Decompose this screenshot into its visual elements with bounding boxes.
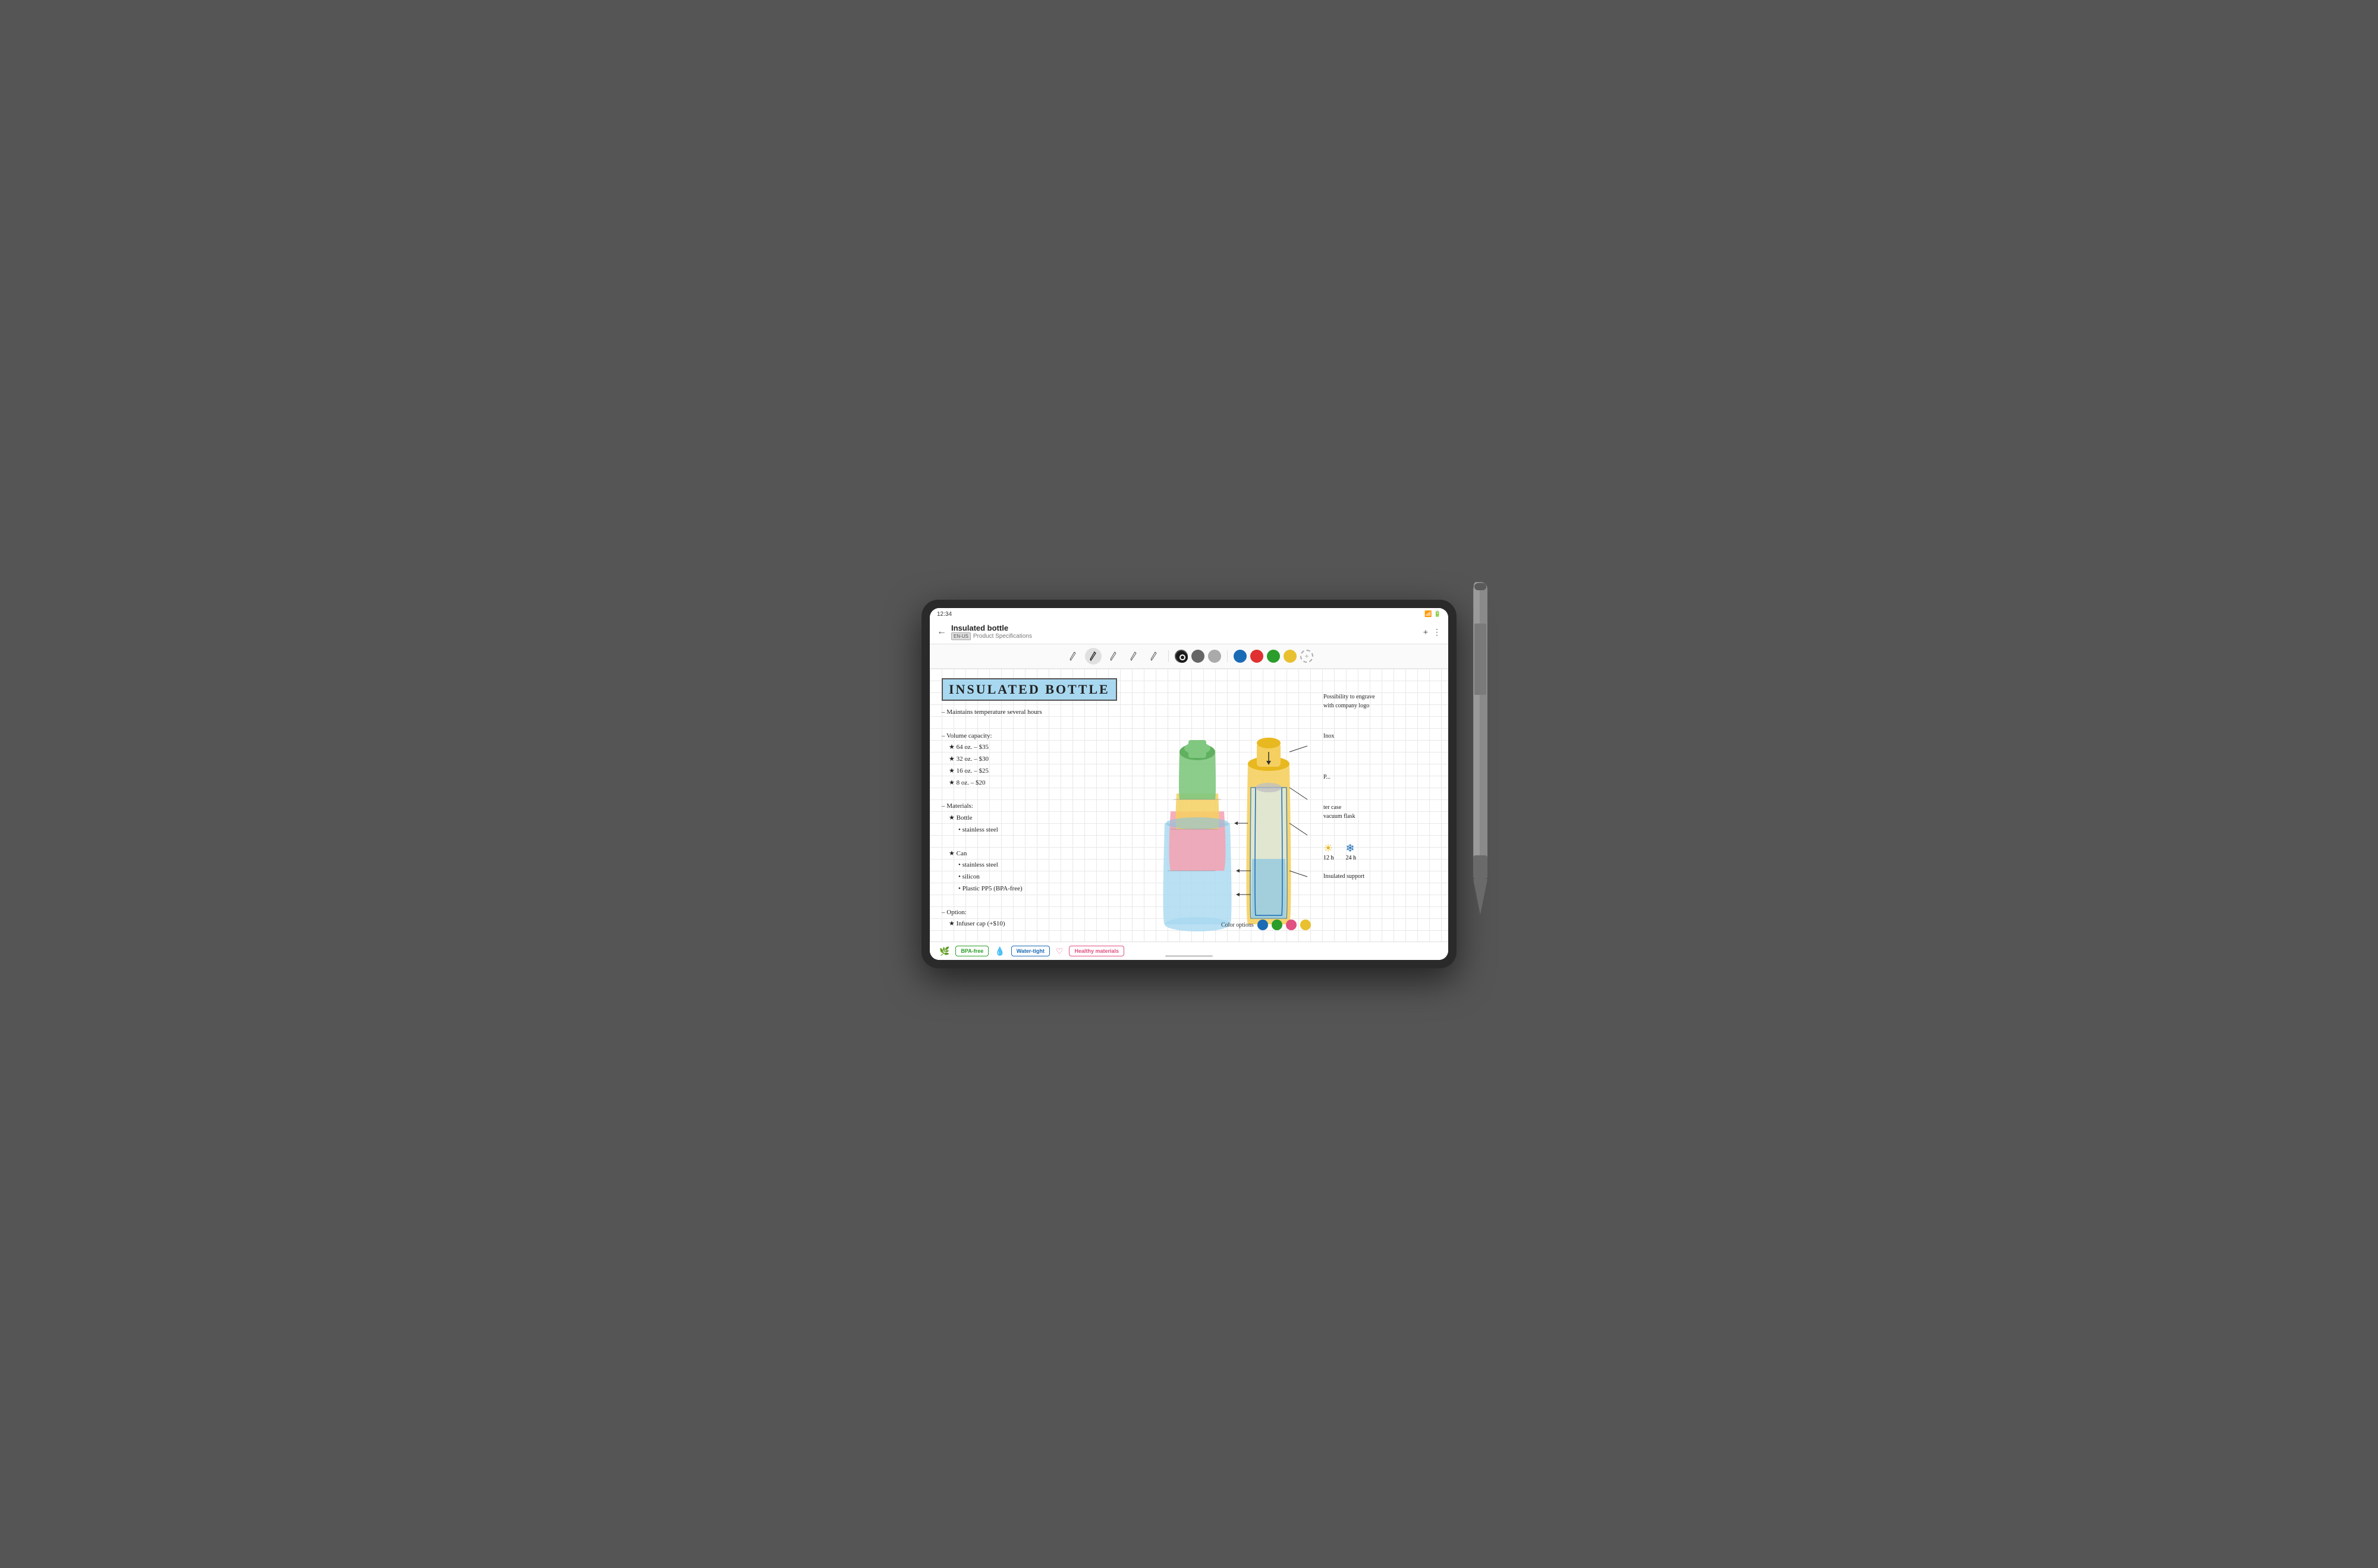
- system-icons: 📶 🔋: [1424, 611, 1441, 618]
- color-red[interactable]: [1250, 650, 1263, 663]
- note-title: Insulated bottle: [951, 624, 1008, 632]
- header-left: ← Insulated bottle EN-US Product Specifi…: [937, 624, 1032, 640]
- color-options-row: Color options: [1221, 920, 1311, 930]
- warm-hours: 12 h: [1323, 855, 1334, 861]
- time-display: 12:34: [937, 611, 952, 618]
- color-yellow[interactable]: [1284, 650, 1297, 663]
- header-right: + ⋮: [1423, 627, 1441, 637]
- color-light-gray[interactable]: [1208, 650, 1221, 663]
- pen-tool-1[interactable]: [1065, 648, 1081, 665]
- healthy-icon: ♡: [1056, 946, 1064, 956]
- color-opt-green[interactable]: [1272, 920, 1282, 930]
- note-content-area: INSULATED BOTTLE – Maintains temperature…: [930, 669, 1448, 960]
- language-badge: EN-US: [951, 632, 971, 640]
- watertight-icon: 💧: [995, 946, 1005, 956]
- scroll-indicator: [1165, 955, 1213, 957]
- right-annotations: Possibility to engravewith company logo …: [1323, 692, 1442, 881]
- color-blue[interactable]: [1234, 650, 1247, 663]
- toolbar-sep-1: [1168, 650, 1169, 662]
- color-opt-blue[interactable]: [1257, 920, 1268, 930]
- note-main-title: INSULATED BOTTLE: [942, 678, 1117, 701]
- tablet-device: 12:34 📶 🔋 ← Insulated bottle EN-US Produ…: [921, 600, 1457, 968]
- app-header: ← Insulated bottle EN-US Product Specifi…: [930, 620, 1448, 644]
- bottle-sketch-area: [1132, 704, 1310, 954]
- stylus-pen: [1457, 576, 1504, 921]
- healthy-materials-badge: Healthy materials: [1069, 946, 1124, 956]
- temp-duration-row: ☀ 12 h ❄ 24 h: [1323, 842, 1442, 861]
- cold-duration: ❄ 24 h: [1346, 842, 1357, 861]
- pen-tool-2[interactable]: [1085, 648, 1102, 665]
- more-button[interactable]: ⋮: [1433, 627, 1441, 637]
- pen-svg: [1457, 576, 1504, 921]
- status-bar: 12:34 📶 🔋: [930, 608, 1448, 620]
- warm-duration: ☀ 12 h: [1323, 842, 1334, 861]
- color-green[interactable]: [1267, 650, 1280, 663]
- note-subtitle: Product Specifications: [973, 633, 1032, 640]
- annotation-p: P...: [1323, 773, 1442, 782]
- watertight-badge: Water-tight: [1011, 946, 1050, 956]
- note-info: Insulated bottle EN-US Product Specifica…: [951, 624, 1032, 640]
- color-dark-gray[interactable]: [1191, 650, 1204, 663]
- annotation-insulated: Insulated support: [1323, 872, 1442, 881]
- cold-hours: 24 h: [1346, 855, 1357, 861]
- pen-tool-4[interactable]: [1125, 648, 1142, 665]
- annotation-inox: Inox: [1323, 732, 1442, 741]
- color-black[interactable]: [1175, 650, 1188, 663]
- add-button[interactable]: +: [1423, 627, 1428, 637]
- annotation-engrave: Possibility to engravewith company logo: [1323, 692, 1442, 710]
- tablet-screen: 12:34 📶 🔋 ← Insulated bottle EN-US Produ…: [930, 608, 1448, 960]
- drawing-toolbar: +: [930, 644, 1448, 669]
- color-options-label: Color options: [1221, 922, 1254, 928]
- color-opt-pink[interactable]: [1286, 920, 1297, 930]
- color-opt-yellow[interactable]: [1300, 920, 1311, 930]
- toolbar-sep-2: [1227, 650, 1228, 662]
- bpa-badge: BPA-free: [955, 946, 989, 956]
- pen-tool-3[interactable]: [1105, 648, 1122, 665]
- bottle-illustration: [1132, 704, 1310, 954]
- pen-tool-5[interactable]: [1146, 648, 1162, 665]
- bpa-icon: 🌿: [939, 946, 949, 956]
- add-color-button[interactable]: +: [1300, 650, 1313, 663]
- back-button[interactable]: ←: [937, 626, 946, 637]
- annotation-case: ter casevacuum flask: [1323, 803, 1442, 821]
- bottom-badge-bar: 🌿 BPA-free 💧 Water-tight ♡ Healthy mater…: [930, 942, 1448, 960]
